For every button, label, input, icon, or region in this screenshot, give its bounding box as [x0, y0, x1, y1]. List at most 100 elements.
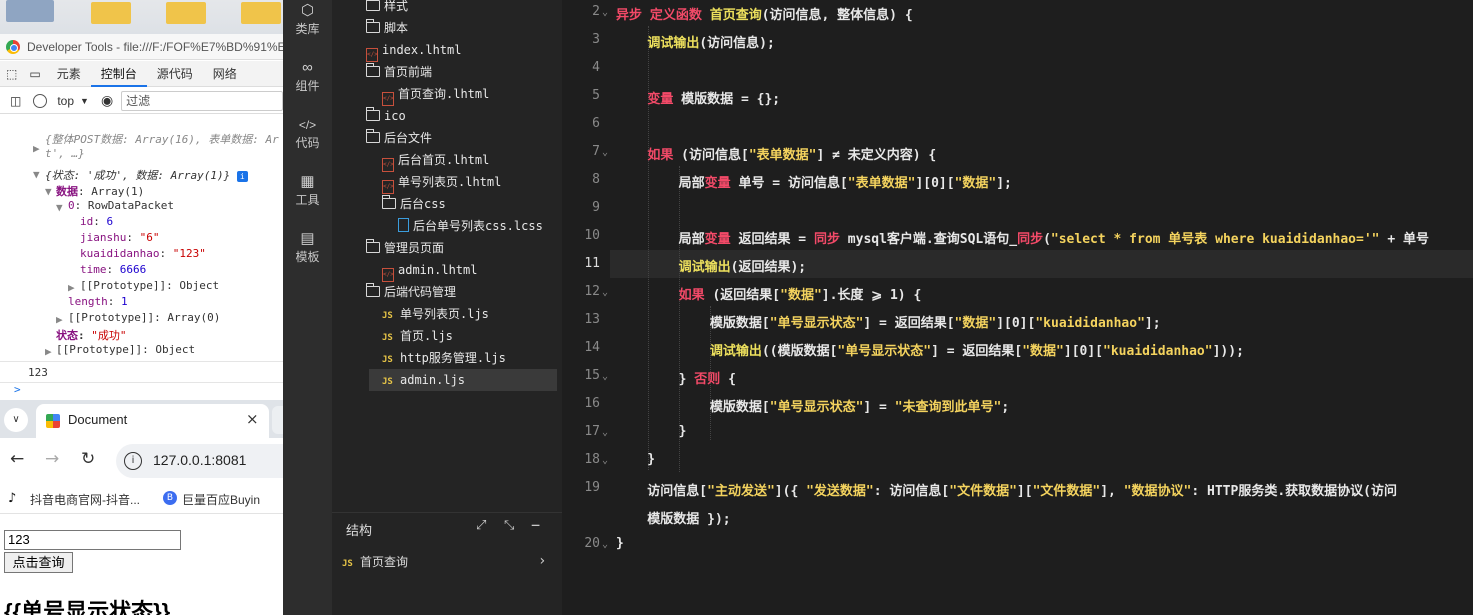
- structure-item[interactable]: JS 首页查询 ›: [342, 553, 552, 573]
- tree-folder[interactable]: 后台css: [332, 193, 557, 215]
- device-toolbar-icon[interactable]: ▭: [23, 61, 46, 87]
- tree-folder[interactable]: 后端代码管理: [332, 281, 557, 303]
- tree-file[interactable]: JS http服务管理.ljs: [332, 347, 557, 369]
- tree-file[interactable]: JS 首页.ljs: [332, 325, 557, 347]
- tree-file[interactable]: </> index.lhtml: [332, 39, 557, 62]
- fold-chevron-icon[interactable]: ⌄: [602, 455, 608, 466]
- bookmark-item[interactable]: 抖音电商官网-抖音...: [30, 491, 140, 508]
- inspect-icon[interactable]: ⬚: [0, 61, 23, 87]
- fold-chevron-icon[interactable]: ⌄: [602, 7, 608, 18]
- collapse-icon[interactable]: ⤡: [504, 518, 514, 533]
- code-line[interactable]: 变量 模版数据 = {};: [616, 88, 780, 107]
- code-line[interactable]: }: [616, 536, 624, 551]
- prop-prototype-array[interactable]: [[Prototype]]: Array(0): [68, 311, 220, 324]
- tree-folder[interactable]: 管理员页面: [332, 237, 557, 259]
- expand-triangle-icon[interactable]: ▶: [33, 142, 40, 155]
- tree-folder[interactable]: 后台文件: [332, 127, 557, 149]
- clear-console-icon[interactable]: [33, 93, 48, 108]
- tree-file[interactable]: </> 后台首页.lhtml: [332, 149, 557, 172]
- tree-folder[interactable]: 脚本: [332, 17, 557, 39]
- devtools-title: Developer Tools - file:///F:/FOF%E7%BD%9…: [27, 39, 283, 54]
- reload-icon[interactable]: ↻: [81, 449, 95, 469]
- tree-file[interactable]: </> 首页查询.lhtml: [332, 83, 557, 106]
- minimize-icon[interactable]: −: [531, 516, 540, 534]
- collapse-triangle-icon[interactable]: ▼: [56, 201, 63, 214]
- tree-label: 首页查询.lhtml: [398, 87, 490, 101]
- forward-arrow-icon[interactable]: →: [45, 449, 59, 469]
- tree-file[interactable]: 后台单号列表css.lcss: [332, 215, 557, 237]
- code-line[interactable]: } 否则 {: [616, 368, 736, 387]
- tree-file-selected[interactable]: JS admin.ljs: [369, 369, 557, 391]
- sidebar-item-templates[interactable]: ▤ 模板: [283, 230, 332, 265]
- sidebar-item-components[interactable]: ∞ 组件: [283, 59, 332, 94]
- tree-file[interactable]: </> admin.lhtml: [332, 259, 557, 282]
- fold-chevron-icon[interactable]: ⌄: [602, 371, 608, 382]
- query-button[interactable]: 点击查询: [4, 552, 73, 573]
- browser-tab[interactable]: Document ×: [36, 404, 269, 438]
- tree-node-item0[interactable]: 0: RowDataPacket: [68, 199, 174, 212]
- code-line[interactable]: 如果 (访问信息["表单数据"] ≠ 未定义内容) {: [616, 144, 936, 163]
- tab-console[interactable]: 控制台: [90, 61, 147, 87]
- code-line[interactable]: 异步 定义函数 首页查询(访问信息, 整体信息) {: [616, 4, 913, 23]
- code-line[interactable]: 模版数据["单号显示状态"] = 返回结果["数据"][0]["kuaidida…: [616, 312, 1161, 331]
- expand-triangle-icon[interactable]: ▶: [68, 281, 75, 294]
- code-line[interactable]: 访问信息["主动发送"]({ "发送数据": 访问信息["文件数据"]["文件数…: [616, 480, 1397, 499]
- folder-icon[interactable]: [166, 2, 206, 24]
- console-object-line[interactable]: {状态: '成功', 数据: Array(1)} i: [45, 167, 248, 183]
- tab-elements[interactable]: 元素: [47, 61, 91, 87]
- url-text[interactable]: 127.0.0.1:8081: [153, 452, 246, 468]
- code-line[interactable]: 调试输出((模版数据["单号显示状态"] = 返回结果["数据"][0]["ku…: [616, 340, 1244, 359]
- code-line[interactable]: 局部变量 单号 = 访问信息["表单数据"][0]["数据"];: [616, 172, 1012, 191]
- collapse-triangle-icon[interactable]: ▼: [33, 168, 40, 181]
- tree-folder[interactable]: ico: [332, 105, 557, 127]
- chevron-right-icon[interactable]: ›: [538, 553, 546, 569]
- fold-chevron-icon[interactable]: ⌄: [602, 147, 608, 158]
- site-info-icon[interactable]: i: [124, 452, 142, 470]
- close-icon[interactable]: ×: [246, 410, 259, 428]
- prop-prototype-obj[interactable]: [[Prototype]]: Object: [56, 343, 195, 356]
- folder-icon[interactable]: [241, 2, 281, 24]
- code-editor[interactable]: 2 3 4 5 6 7 8 9 10 11 12 13 14 15 16 17 …: [562, 0, 1473, 615]
- sidebar-item-code[interactable]: </> 代码: [283, 116, 332, 151]
- sidebar-toggle-icon[interactable]: ◫: [10, 94, 21, 108]
- expand-triangle-icon[interactable]: ▶: [45, 345, 52, 358]
- code-line[interactable]: 局部变量 返回结果 = 同步 mysql客户端.查询SQL语句_同步("sele…: [616, 228, 1429, 247]
- code-line[interactable]: }: [616, 452, 655, 467]
- tab-sources[interactable]: 源代码: [147, 61, 203, 87]
- code-line[interactable]: 调试输出(访问信息);: [616, 32, 775, 51]
- collapse-triangle-icon[interactable]: ▼: [45, 185, 52, 198]
- sidebar-item-tools[interactable]: ▦ 工具: [283, 173, 332, 208]
- camera-app-icon[interactable]: [6, 0, 54, 22]
- code-line[interactable]: }: [616, 424, 687, 439]
- console-prompt-icon[interactable]: >: [14, 383, 21, 396]
- tree-file[interactable]: JS 单号列表页.ljs: [332, 303, 557, 325]
- code-line[interactable]: 如果 (返回结果["数据"].长度 ⩾ 1) {: [616, 284, 922, 303]
- code-line[interactable]: 模版数据["单号显示状态"] = "未查询到此单号";: [616, 396, 1009, 415]
- tab-peek[interactable]: [272, 406, 283, 434]
- context-select[interactable]: top: [57, 94, 74, 108]
- expand-triangle-icon[interactable]: ▶: [56, 313, 63, 326]
- tab-search-icon[interactable]: ∨: [4, 408, 28, 432]
- code-line-current[interactable]: 调试输出(返回结果);: [616, 256, 807, 275]
- folder-icon[interactable]: [91, 2, 131, 24]
- tree-file[interactable]: </> 单号列表页.lhtml: [332, 171, 557, 194]
- eye-icon[interactable]: ◉: [101, 92, 113, 109]
- fold-chevron-icon[interactable]: ⌄: [602, 427, 608, 438]
- tree-folder[interactable]: 样式: [332, 0, 557, 17]
- tree-node-data[interactable]: 数据: Array(1): [56, 183, 144, 199]
- back-arrow-icon[interactable]: ←: [10, 449, 24, 469]
- expand-icon[interactable]: ⤢: [476, 518, 486, 533]
- tracking-number-input[interactable]: 123: [4, 530, 181, 550]
- code-line[interactable]: 模版数据 });: [616, 508, 730, 527]
- address-bar[interactable]: i 127.0.0.1:8081: [116, 444, 283, 478]
- fold-chevron-icon[interactable]: ⌄: [602, 539, 608, 550]
- fold-chevron-icon[interactable]: ⌄: [602, 287, 608, 298]
- tree-folder[interactable]: 首页前端: [332, 61, 557, 83]
- bookmark-item[interactable]: 巨量百应Buyin: [182, 491, 260, 508]
- console-log-line[interactable]: {整体POST数据: Array(16), 表单数据: Ar: [45, 131, 279, 147]
- chevron-down-icon[interactable]: ▼: [80, 96, 89, 106]
- sidebar-item-library[interactable]: ⬡ 类库: [283, 2, 332, 37]
- console-filter-input[interactable]: 过滤: [121, 90, 283, 111]
- prop-prototype[interactable]: [[Prototype]]: Object: [80, 279, 219, 292]
- tab-network[interactable]: 网络: [203, 61, 247, 87]
